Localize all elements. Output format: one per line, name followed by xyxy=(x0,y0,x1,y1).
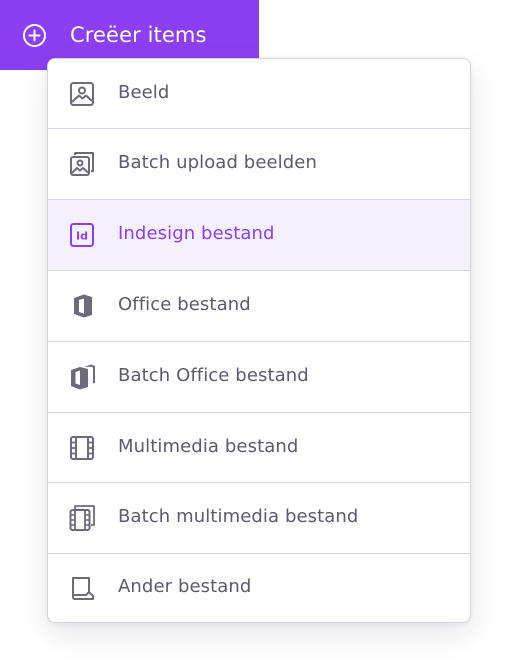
page: Creëer items Beeld Batch upload beelden … xyxy=(0,0,518,670)
film-icon xyxy=(69,435,95,461)
menu-item-label: Ander bestand xyxy=(118,576,252,597)
menu-item-label: Indesign bestand xyxy=(118,223,275,244)
menu-item-label: Office bestand xyxy=(118,294,251,315)
plus-circle-icon xyxy=(22,23,47,48)
create-items-menu: Beeld Batch upload beelden Id Indesign b… xyxy=(47,58,471,623)
menu-item-batch-office-bestand[interactable]: Batch Office bestand xyxy=(48,342,470,413)
menu-item-indesign-bestand[interactable]: Id Indesign bestand xyxy=(48,200,470,271)
office-icon xyxy=(69,293,95,319)
menu-item-label: Beeld xyxy=(118,82,170,103)
office-stack-icon xyxy=(69,364,95,390)
menu-item-batch-upload-beelden[interactable]: Batch upload beelden xyxy=(48,129,470,200)
film-stack-icon xyxy=(69,505,95,531)
menu-item-multimedia-bestand[interactable]: Multimedia bestand xyxy=(48,413,470,483)
menu-item-label: Multimedia bestand xyxy=(118,436,299,457)
menu-item-label: Batch Office bestand xyxy=(118,365,309,386)
menu-item-beeld[interactable]: Beeld xyxy=(48,59,470,129)
menu-item-label: Batch upload beelden xyxy=(118,152,317,173)
indesign-icon: Id xyxy=(69,222,95,248)
create-items-label: Creëer items xyxy=(70,23,207,47)
menu-item-label: Batch multimedia bestand xyxy=(118,506,359,527)
image-icon xyxy=(69,81,95,107)
file-icon xyxy=(69,575,95,601)
svg-text:Id: Id xyxy=(76,230,88,243)
menu-item-ander-bestand[interactable]: Ander bestand xyxy=(48,554,470,622)
menu-item-batch-multimedia-bestand[interactable]: Batch multimedia bestand xyxy=(48,483,470,554)
menu-item-office-bestand[interactable]: Office bestand xyxy=(48,271,470,342)
images-stack-icon xyxy=(69,151,95,177)
